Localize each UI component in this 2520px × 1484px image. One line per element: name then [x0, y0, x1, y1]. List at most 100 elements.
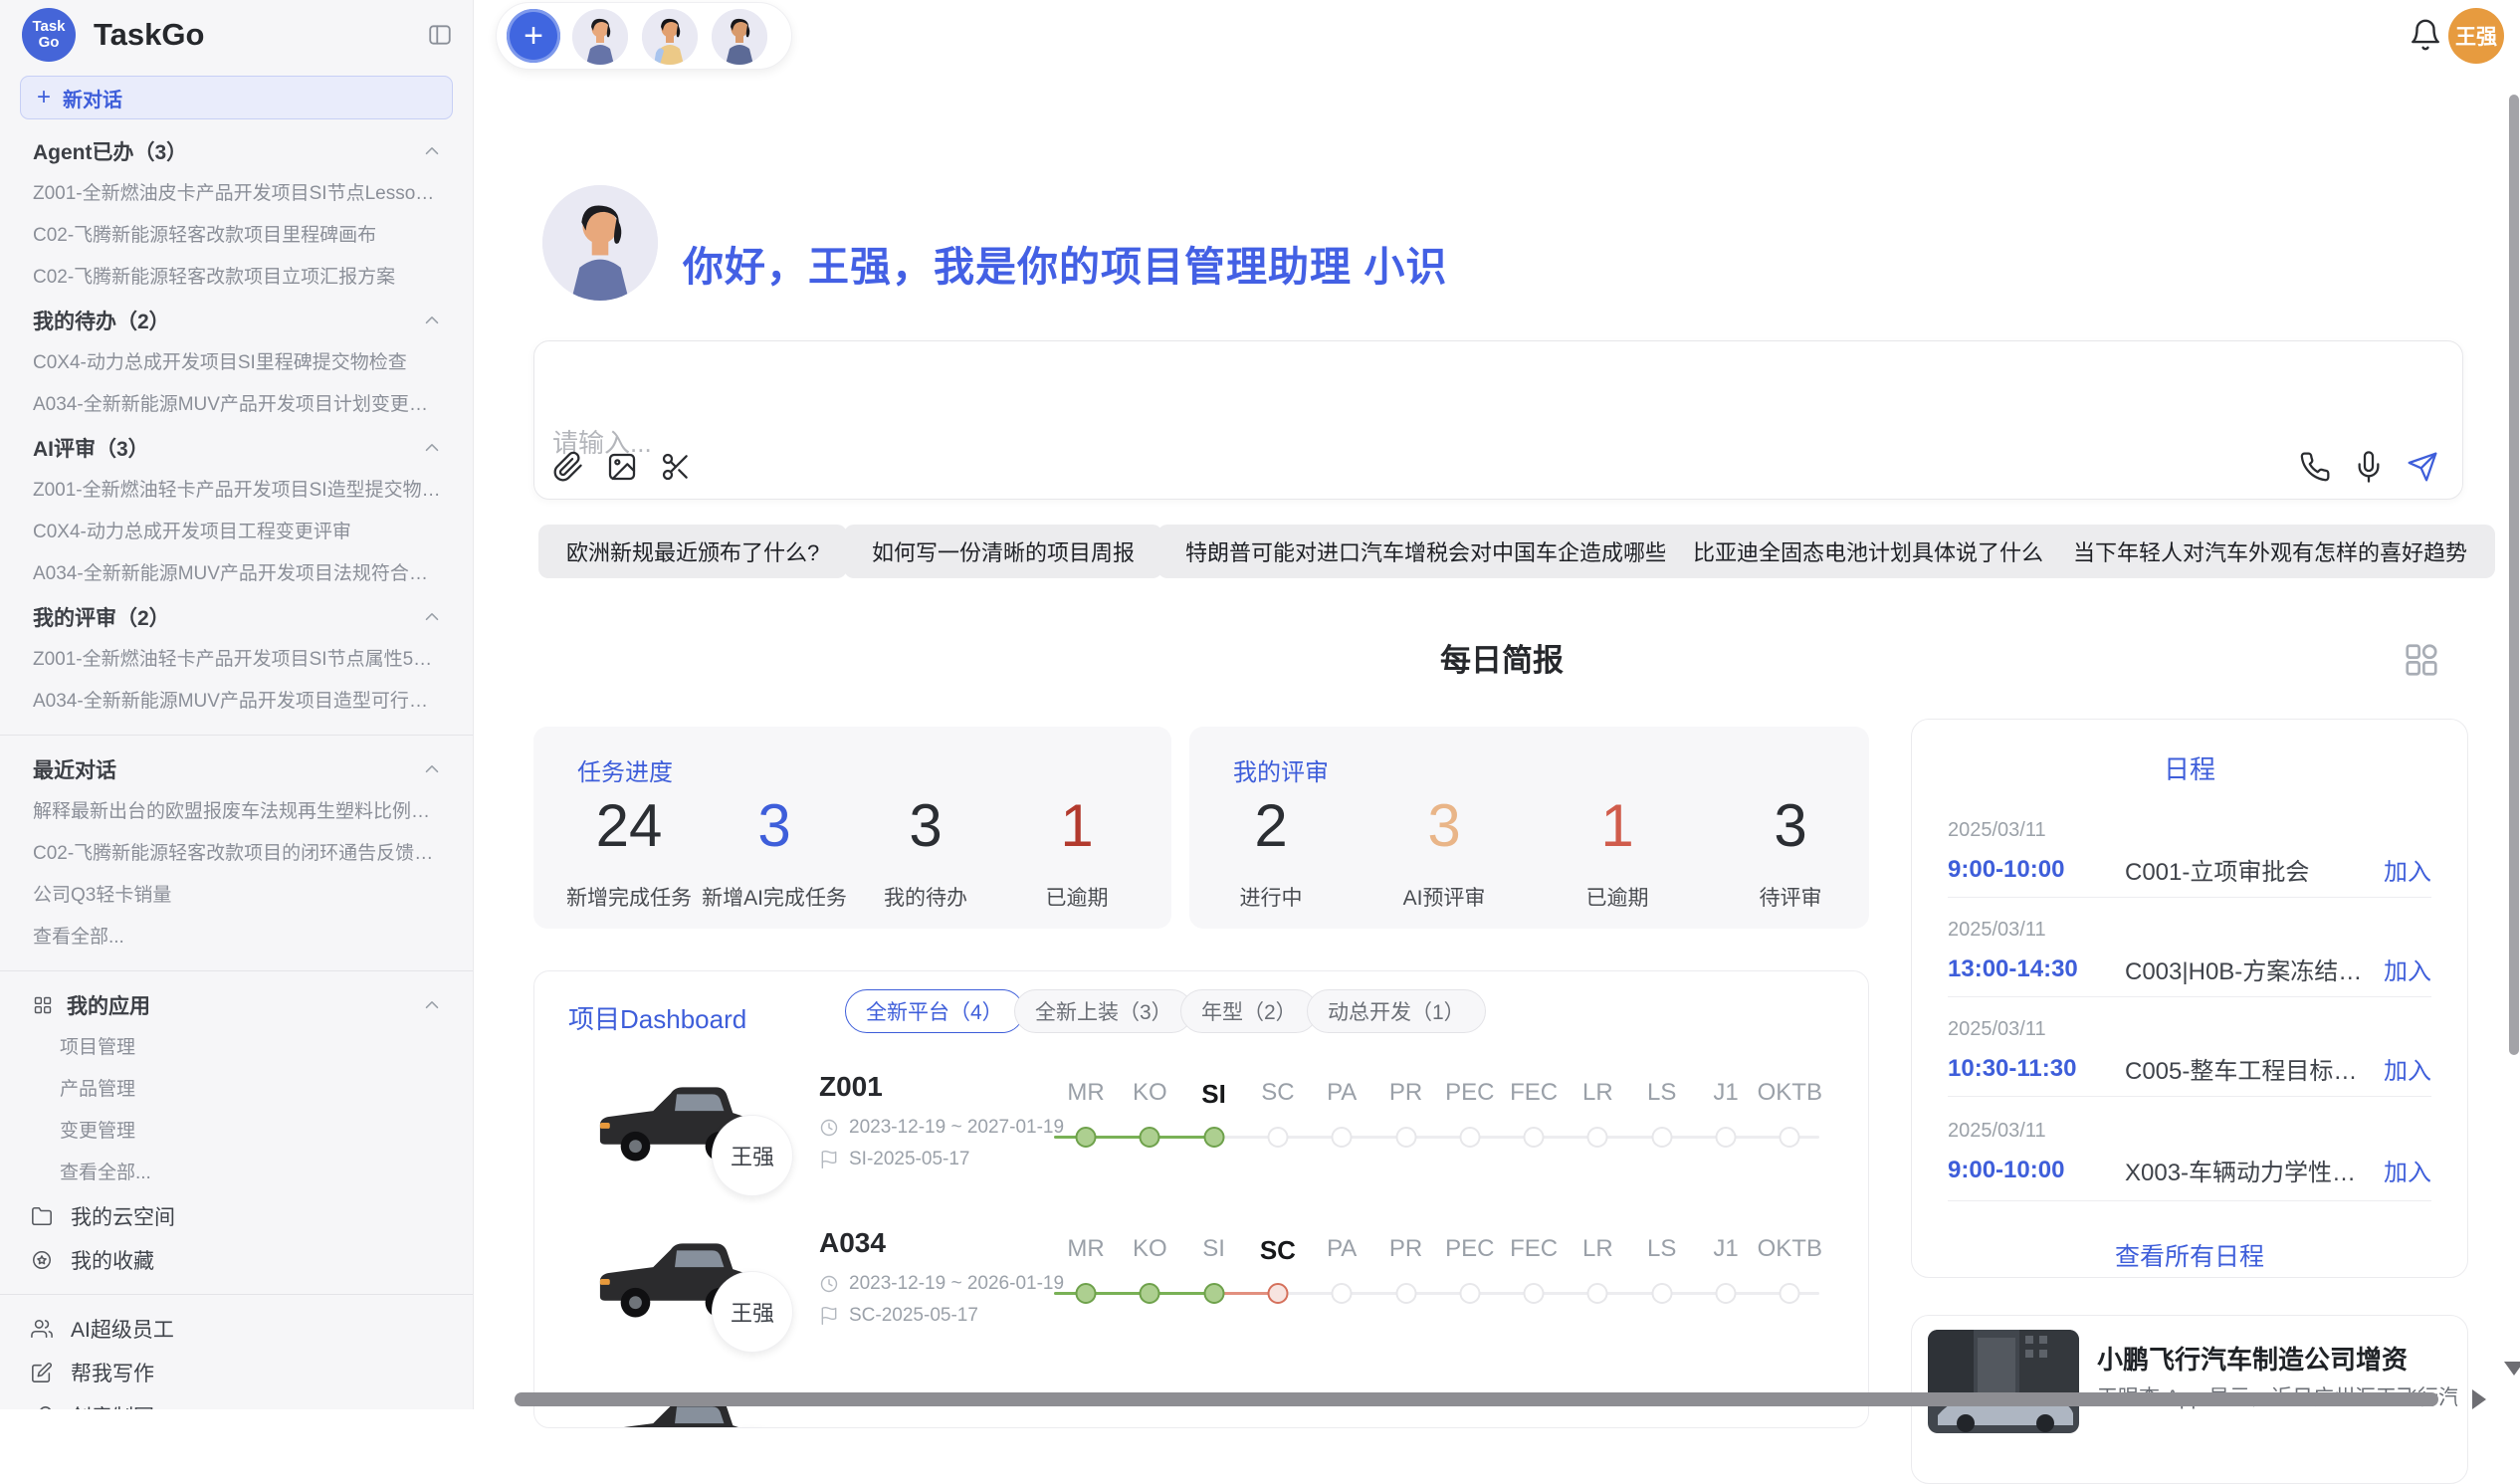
milestone-dot[interactable] [1140, 1127, 1160, 1148]
milestone-dot[interactable] [1651, 1127, 1672, 1148]
sidebar-task-item[interactable]: C02-飞腾新能源轻客改款项目里程碑画布 [0, 215, 473, 257]
sidebar-link-我的收藏[interactable]: 我的收藏 [0, 1238, 473, 1282]
app-item[interactable]: 项目管理 [0, 1027, 473, 1069]
milestone-dot[interactable] [1076, 1127, 1097, 1148]
mic-icon[interactable] [2353, 451, 2385, 483]
suggestion-chip[interactable]: 如何写一份清晰的项目周报 [844, 525, 1162, 578]
new-chat-button[interactable]: + 新对话 [20, 76, 453, 119]
member-avatar-1[interactable] [572, 9, 628, 65]
scroll-down-arrow-icon[interactable] [2504, 1362, 2520, 1376]
join-link[interactable]: 加入 [2384, 1051, 2431, 1086]
project-milestone-note: SC-2025-05-17 [819, 1305, 978, 1327]
join-link[interactable]: 加入 [2384, 1153, 2431, 1187]
bell-icon[interactable] [2409, 18, 2442, 52]
suggestion-chip[interactable]: 特朗普可能对进口汽车增税会对中国车企造成哪些影响 [1157, 525, 1739, 578]
chevron-up-icon[interactable] [421, 606, 443, 628]
milestone-dot[interactable] [1780, 1283, 1800, 1304]
milestone-dot[interactable] [1651, 1283, 1672, 1304]
scroll-right-arrow-icon[interactable] [2472, 1389, 2486, 1409]
paperclip-icon[interactable] [552, 451, 584, 483]
member-avatar-2[interactable] [642, 9, 698, 65]
milestone-dot[interactable] [1524, 1127, 1545, 1148]
sidebar-link-我的云空间[interactable]: 我的云空间 [0, 1194, 473, 1238]
sidebar-section-header[interactable]: Agent已办（3） [0, 129, 473, 173]
briefing-layout-icon[interactable] [2403, 641, 2440, 679]
sidebar-tool-帮我写作[interactable]: 帮我写作 [0, 1351, 473, 1394]
horizontal-scrollbar-thumb[interactable] [515, 1392, 2438, 1406]
sidebar-section-header[interactable]: 我的评审（2） [0, 595, 473, 639]
add-member-button[interactable]: + [507, 9, 560, 63]
suggestion-chip[interactable]: 比亚迪全固态电池计划具体说了什么 [1665, 525, 2071, 578]
app-item[interactable]: 查看全部... [0, 1153, 473, 1194]
milestone-dot[interactable] [1203, 1127, 1224, 1148]
sidebar-tool-AI超级员工[interactable]: AI超级员工 [0, 1307, 473, 1351]
chat-input-box[interactable]: 请输入... [533, 340, 2463, 500]
milestone-dot[interactable] [1076, 1283, 1097, 1304]
dashboard-tab[interactable]: 动总开发（1） [1307, 989, 1486, 1033]
user-avatar[interactable]: 王强 [2448, 8, 2504, 64]
sidebar-section-header[interactable]: AI评审（3） [0, 426, 473, 470]
chevron-up-icon[interactable] [421, 758, 443, 780]
sidebar-tool-创意制图[interactable]: 创意制图 [0, 1394, 473, 1409]
chevron-up-icon[interactable] [421, 994, 443, 1016]
member-avatar-3[interactable] [712, 9, 767, 65]
my-apps-header[interactable]: 我的应用 [0, 983, 473, 1027]
recent-chat-item[interactable]: C02-飞腾新能源轻客改款项目的闭环通告反馈情况 [0, 833, 473, 875]
chevron-up-icon[interactable] [421, 140, 443, 162]
join-link[interactable]: 加入 [2384, 952, 2431, 986]
sidebar-section-header[interactable]: 我的待办（2） [0, 299, 473, 342]
milestone-dot[interactable] [1395, 1283, 1416, 1304]
milestone-dot[interactable] [1524, 1283, 1545, 1304]
dashboard-tab[interactable]: 全新平台（4） [845, 989, 1024, 1033]
milestone-dot[interactable] [1203, 1283, 1224, 1304]
scissors-icon[interactable] [660, 451, 692, 483]
milestone-dot[interactable] [1780, 1127, 1800, 1148]
milestone-dot[interactable] [1587, 1283, 1608, 1304]
milestone-dot[interactable] [1716, 1283, 1737, 1304]
milestone-dot[interactable] [1267, 1127, 1288, 1148]
milestone-dot[interactable] [1267, 1283, 1288, 1304]
sidebar-task-item[interactable]: Z001-全新燃油轻卡产品开发项目SI节点属性5D文件评审 [0, 639, 473, 681]
sidebar-task-item[interactable]: A034-全新新能源MUV产品开发项目造型可行性评审 [0, 681, 473, 723]
milestone-dot[interactable] [1332, 1283, 1353, 1304]
join-link[interactable]: 加入 [2384, 852, 2431, 887]
dashboard-tab[interactable]: 年型（2） [1180, 989, 1318, 1033]
suggestion-chip[interactable]: 当下年轻人对汽车外观有怎样的喜好趋势 [2045, 525, 2495, 578]
chevron-up-icon[interactable] [421, 437, 443, 459]
phone-icon[interactable] [2299, 451, 2331, 483]
image-icon[interactable] [606, 451, 638, 483]
sidebar-task-item[interactable]: C0X4-动力总成开发项目工程变更评审 [0, 512, 473, 553]
sidebar-task-item[interactable]: A034-全新新能源MUV产品开发项目计划变更表编写 [0, 384, 473, 426]
project-owner-badge [712, 1427, 793, 1428]
sidebar-task-item[interactable]: Z001-全新燃油轻卡产品开发项目SI造型提交物评审 [0, 470, 473, 512]
panel-collapse-icon[interactable] [427, 22, 453, 48]
daily-briefing-title: 每日简报 [1440, 635, 1564, 680]
milestone-dot[interactable] [1332, 1127, 1353, 1148]
project-code[interactable]: Z001 [819, 1071, 883, 1103]
project-code[interactable]: A034 [819, 1227, 886, 1259]
sidebar-task-item[interactable]: A034-全新新能源MUV产品开发项目法规符合性评审 [0, 553, 473, 595]
milestone-label: PA [1327, 1079, 1357, 1107]
milestone-dot[interactable] [1140, 1283, 1160, 1304]
suggestion-chip[interactable]: 欧洲新规最近颁布了什么? [538, 525, 847, 578]
milestone-dot[interactable] [1587, 1127, 1608, 1148]
recent-chat-item[interactable]: 解释最新出台的欧盟报废车法规再生塑料比例被调至15%... [0, 791, 473, 833]
vertical-scrollbar-thumb[interactable] [2509, 95, 2519, 1055]
view-all-schedule-link[interactable]: 查看所有日程 [1912, 1237, 2467, 1273]
sidebar-task-item[interactable]: C02-飞腾新能源轻客改款项目立项汇报方案 [0, 257, 473, 299]
sidebar-task-item[interactable]: C0X4-动力总成开发项目SI里程碑提交物检查 [0, 342, 473, 384]
stat-value: 3 [1403, 796, 1486, 856]
send-icon[interactable] [2407, 451, 2438, 483]
milestone-dot[interactable] [1395, 1127, 1416, 1148]
recent-chat-item[interactable]: 查看全部... [0, 917, 473, 958]
chevron-up-icon[interactable] [421, 310, 443, 331]
recent-chat-item[interactable]: 公司Q3轻卡销量 [0, 875, 473, 917]
milestone-dot[interactable] [1459, 1127, 1480, 1148]
app-item[interactable]: 变更管理 [0, 1111, 473, 1153]
dashboard-tab[interactable]: 全新上装（3） [1014, 989, 1193, 1033]
recent-chats-header[interactable]: 最近对话 [0, 747, 473, 791]
milestone-dot[interactable] [1459, 1283, 1480, 1304]
milestone-dot[interactable] [1716, 1127, 1737, 1148]
app-item[interactable]: 产品管理 [0, 1069, 473, 1111]
sidebar-task-item[interactable]: Z001-全新燃油皮卡产品开发项目SI节点Lesson Learn报告 [0, 173, 473, 215]
